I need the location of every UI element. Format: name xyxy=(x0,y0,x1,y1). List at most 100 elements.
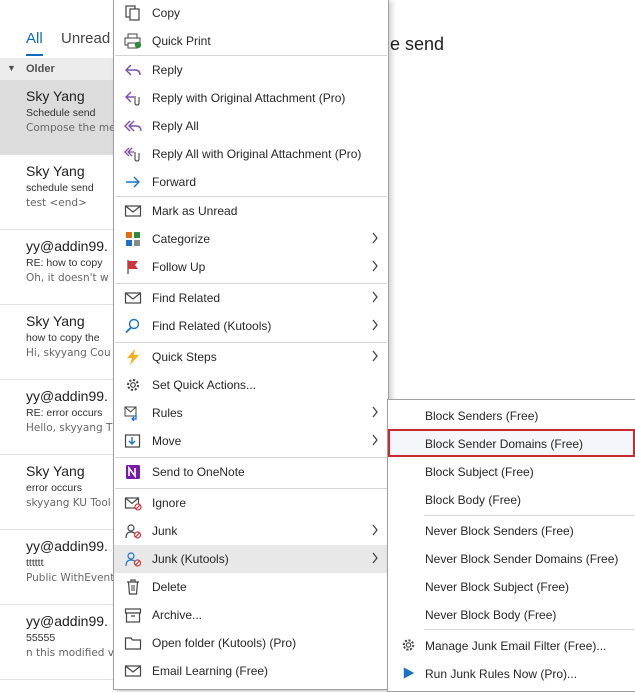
menu-item-forward[interactable]: Forward xyxy=(114,168,388,196)
menu-item-find-related-kutools[interactable]: Find Related (Kutools) xyxy=(114,312,388,340)
menu-item-email-learning[interactable]: Email Learning (Free) xyxy=(114,657,388,685)
submenu-item-block-subject[interactable]: Block Subject (Free) xyxy=(388,457,635,485)
tab-unread[interactable]: Unread xyxy=(61,30,110,47)
message-sender: yy@addin99. xyxy=(26,238,108,254)
menu-item-label: Find Related (Kutools) xyxy=(152,319,272,333)
submenu-item-block-sender-domains[interactable]: Block Sender Domains (Free) xyxy=(388,429,635,457)
menu-item-label: Email Learning (Free) xyxy=(152,664,269,678)
ignore-icon xyxy=(124,497,142,511)
list-item[interactable]: yy@addin99. 55555 n this modified v xyxy=(0,605,113,680)
menu-item-junk[interactable]: Junk xyxy=(114,517,388,545)
message-sender: yy@addin99. xyxy=(26,538,108,554)
menu-item-copy[interactable]: Copy xyxy=(114,0,388,27)
menu-item-delete[interactable]: Delete xyxy=(114,573,388,601)
message-subject: RE: how to copy xyxy=(26,257,103,269)
reply-attachment-icon xyxy=(125,91,140,106)
gear-icon xyxy=(402,639,415,651)
menu-item-label: Ignore xyxy=(152,496,187,510)
message-preview: Oh, it doesn't w xyxy=(26,272,109,284)
list-item[interactable]: yy@addin99. tttttt Public WithEvent xyxy=(0,530,113,605)
menu-item-reply-with-attachment[interactable]: Reply with Original Attachment (Pro) xyxy=(114,84,388,112)
message-subject: how to copy the xyxy=(26,332,100,344)
categorize-icon xyxy=(126,232,140,246)
menu-item-quick-steps[interactable]: Quick Steps xyxy=(114,343,388,371)
quick-print-icon xyxy=(124,33,142,49)
chevron-right-icon xyxy=(372,434,378,446)
menu-item-label: Move xyxy=(152,434,182,448)
forward-icon xyxy=(126,176,140,188)
menu-item-categorize[interactable]: Categorize xyxy=(114,225,388,253)
message-preview: Public WithEvent xyxy=(26,572,113,584)
gear-icon xyxy=(127,379,139,391)
submenu-item-block-senders[interactable]: Block Senders (Free) xyxy=(388,401,635,429)
tab-all[interactable]: All xyxy=(26,30,43,56)
message-subject: tttttt xyxy=(26,557,44,569)
menu-item-label: Categorize xyxy=(152,232,211,246)
reply-icon xyxy=(125,64,141,76)
message-subject: RE: error occurs xyxy=(26,407,103,419)
menu-item-move[interactable]: Move xyxy=(114,427,388,455)
submenu-divider xyxy=(424,629,634,630)
submenu-item-label: Block Subject (Free) xyxy=(425,465,534,479)
menu-item-label: Reply All xyxy=(152,119,199,133)
move-icon xyxy=(124,434,141,448)
submenu-item-block-body[interactable]: Block Body (Free) xyxy=(388,485,635,513)
message-sender: yy@addin99. xyxy=(26,613,108,629)
menu-item-label: Reply xyxy=(152,63,183,77)
submenu-item-manage-junk-filter[interactable]: Manage Junk Email Filter (Free)... xyxy=(388,631,635,659)
menu-item-rules[interactable]: Rules xyxy=(114,399,388,427)
chevron-right-icon xyxy=(372,291,378,303)
message-preview: Hello, skyyang T xyxy=(26,422,113,434)
message-subject: schedule send xyxy=(26,182,94,194)
archive-icon xyxy=(124,608,142,623)
menu-item-label: Mark as Unread xyxy=(152,204,238,218)
list-item[interactable]: yy@addin99. RE: error occurs Hello, skyy… xyxy=(0,380,113,455)
menu-item-label: Find Related xyxy=(152,291,221,305)
menu-item-mark-as-unread[interactable]: Mark as Unread xyxy=(114,197,388,225)
play-icon xyxy=(403,667,415,679)
group-header-older[interactable]: ▼ Older xyxy=(0,58,113,80)
submenu-item-run-junk-rules[interactable]: Run Junk Rules Now (Pro)... xyxy=(388,659,635,687)
list-item[interactable]: yy@addin99. RE: how to copy Oh, it doesn… xyxy=(0,230,113,305)
menu-item-reply[interactable]: Reply xyxy=(114,56,388,84)
menu-item-label: Forward xyxy=(152,175,197,189)
message-sender: Sky Yang xyxy=(26,463,85,479)
menu-item-reply-all-with-attachment[interactable]: Reply All with Original Attachment (Pro) xyxy=(114,140,388,168)
menu-item-find-related[interactable]: Find Related xyxy=(114,284,388,312)
list-item[interactable]: Sky Yang Schedule send Compose the me xyxy=(0,80,113,155)
junk-kutools-icon xyxy=(125,552,142,567)
menu-item-follow-up[interactable]: Follow Up xyxy=(114,253,388,281)
chevron-right-icon xyxy=(372,319,378,331)
submenu-item-never-block-senders[interactable]: Never Block Senders (Free) xyxy=(388,516,635,544)
search-icon xyxy=(125,318,140,334)
menu-item-open-folder[interactable]: Open folder (Kutools) (Pro) xyxy=(114,629,388,657)
menu-item-ignore[interactable]: Ignore xyxy=(114,489,388,517)
menu-item-send-to-onenote[interactable]: Send to OneNote xyxy=(114,458,388,486)
menu-item-archive[interactable]: Archive... xyxy=(114,601,388,629)
message-preview: test <end> xyxy=(26,197,87,209)
lightning-icon xyxy=(127,349,139,365)
menu-item-set-quick-actions[interactable]: Set Quick Actions... xyxy=(114,371,388,399)
menu-item-reply-all[interactable]: Reply All xyxy=(114,112,388,140)
menu-item-label: Send to OneNote xyxy=(152,465,245,479)
list-item[interactable]: Sky Yang how to copy the Hi, skyyang Cou xyxy=(0,305,113,380)
submenu-item-label: Never Block Body (Free) xyxy=(425,608,557,622)
group-label: Older xyxy=(26,63,55,75)
submenu-item-never-block-body[interactable]: Never Block Body (Free) xyxy=(388,600,635,628)
menu-item-label: Junk (Kutools) xyxy=(152,552,229,566)
menu-item-label: Delete xyxy=(152,580,187,594)
submenu-item-label: Manage Junk Email Filter (Free)... xyxy=(425,639,607,653)
message-preview: n this modified v xyxy=(26,647,113,659)
menu-item-quick-print[interactable]: Quick Print xyxy=(114,27,388,55)
list-item[interactable]: Sky Yang schedule send test <end> xyxy=(0,155,113,230)
menu-item-label: Follow Up xyxy=(152,260,206,274)
copy-icon xyxy=(125,5,140,21)
submenu-item-never-block-sender-domains[interactable]: Never Block Sender Domains (Free) xyxy=(388,544,635,572)
submenu-item-never-block-subject[interactable]: Never Block Subject (Free) xyxy=(388,572,635,600)
submenu-item-label: Block Body (Free) xyxy=(425,493,522,507)
list-item[interactable]: Sky Yang error occurs skyyang KU Tool xyxy=(0,455,113,530)
chevron-down-icon: ▼ xyxy=(7,63,16,73)
menu-item-junk-kutools[interactable]: Junk (Kutools) xyxy=(114,545,388,573)
chevron-right-icon xyxy=(372,406,378,418)
message-sender: Sky Yang xyxy=(26,163,85,179)
